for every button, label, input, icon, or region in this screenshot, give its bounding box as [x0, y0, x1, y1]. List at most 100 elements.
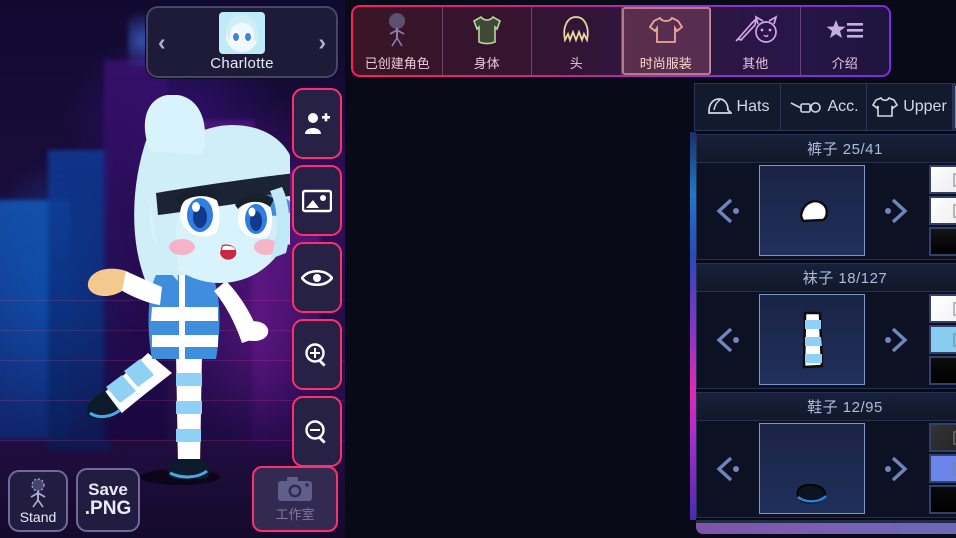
item-body: [697, 163, 956, 259]
item-body: [697, 292, 956, 388]
item-next-button[interactable]: [865, 292, 927, 388]
tab-other[interactable]: 其他: [711, 7, 801, 75]
swatch-marker: [952, 461, 956, 476]
item-title: 袜子 18/127: [697, 264, 956, 292]
character-svg: [86, 94, 298, 485]
tab-body[interactable]: 身体: [443, 7, 532, 75]
cap-icon: [707, 98, 732, 114]
character-sprite[interactable]: [30, 94, 298, 495]
swatch-3[interactable]: [929, 356, 956, 385]
prev-character-button[interactable]: ‹: [158, 30, 166, 54]
tab-label: 已创建角色: [364, 56, 430, 71]
zoom-in-button[interactable]: [292, 319, 342, 390]
avatar: [218, 12, 265, 54]
eye-icon: [301, 269, 333, 286]
character-selector[interactable]: ‹ Charlotte ›: [146, 6, 338, 78]
magnifier-minus-icon: [305, 419, 326, 444]
item-title: 鞋子 12/95: [697, 393, 956, 421]
wardrobe-panel: 已创建角色 身体 头 时尚服装 其他 介绍 Hats Acc. Upper 裤子…: [345, 0, 956, 538]
swatch-1[interactable]: [929, 294, 956, 323]
save-label-line2: .PNG: [84, 497, 132, 519]
chevron-right-icon: [885, 327, 908, 353]
subtab-upper[interactable]: Upper: [867, 84, 953, 130]
chevron-right-icon: [885, 198, 908, 224]
item-preview[interactable]: [759, 294, 865, 385]
category-tabbar: 已创建角色 身体 头 时尚服装 其他 介绍: [351, 5, 891, 77]
item-prev-button[interactable]: [697, 292, 759, 388]
tab-label: 头: [569, 56, 583, 71]
swatch-marker: [952, 332, 956, 347]
item-title: 裤子 25/41: [697, 135, 956, 163]
item-slot-socks: 袜子 18/127: [696, 263, 956, 389]
avatar-svg: [218, 12, 265, 54]
zoom-out-button[interactable]: [292, 396, 342, 467]
person-plus-icon: [305, 112, 330, 134]
item-preview[interactable]: [759, 423, 865, 514]
item-slot-shoes: 鞋子 12/95: [696, 392, 956, 518]
swatch-2[interactable]: [929, 196, 956, 225]
item-swatches: [927, 163, 956, 259]
subtab-bar: Hats Acc. Upper: [694, 83, 956, 131]
swatch-2[interactable]: [929, 454, 956, 483]
pants-thumb: [799, 199, 828, 222]
item-slot-pants: 裤子 25/41: [696, 134, 956, 260]
tab-fashion-clothing[interactable]: 时尚服装: [621, 7, 711, 75]
tab-label: 介绍: [831, 56, 858, 71]
subtab-acc[interactable]: Acc.: [781, 84, 867, 130]
background-button[interactable]: [292, 165, 342, 236]
character-name: Charlotte: [210, 55, 274, 72]
add-character-button[interactable]: [292, 88, 342, 159]
tshirt-icon: [872, 96, 899, 117]
subtab-hats[interactable]: Hats: [695, 84, 781, 130]
shoe-thumb: [796, 484, 827, 504]
item-prev-button[interactable]: [697, 163, 759, 259]
swatch-2[interactable]: [929, 325, 956, 354]
swatch-1[interactable]: [929, 165, 956, 194]
item-prev-button[interactable]: [697, 421, 759, 517]
save-png-button[interactable]: Save .PNG: [76, 468, 140, 532]
tab-introduction[interactable]: 介绍: [801, 7, 890, 75]
swatch-3[interactable]: [929, 227, 956, 256]
swatch-marker: [952, 430, 956, 445]
swatch-1[interactable]: [929, 423, 956, 452]
tab-head[interactable]: 头: [532, 7, 622, 75]
chevron-left-icon: [716, 456, 739, 482]
stand-pose-button[interactable]: Stand: [8, 470, 68, 532]
chevron-left-icon: [716, 198, 739, 224]
swatch-3[interactable]: [929, 485, 956, 514]
category-tabbar-inner: 已创建角色 身体 头 时尚服装 其他 介绍: [353, 7, 889, 75]
subtab-label: Acc.: [827, 98, 859, 115]
chevron-right-icon: [885, 456, 908, 482]
character-icon: [385, 7, 409, 52]
subtab-label: Hats: [736, 98, 770, 115]
tab-label: 时尚服装: [639, 56, 692, 71]
stand-label: Stand: [19, 508, 57, 525]
star-list-icon: [825, 7, 865, 52]
swatch-marker: [952, 172, 956, 187]
head-icon: [560, 7, 592, 52]
item-swatches: [927, 421, 956, 517]
studio-label: 工作室: [275, 506, 315, 522]
tool-button-column: [292, 88, 342, 467]
item-next-button[interactable]: [865, 421, 927, 517]
image-icon: [302, 189, 332, 212]
stand-pose-icon: [30, 477, 46, 507]
item-next-button[interactable]: [865, 163, 927, 259]
item-preview[interactable]: [759, 165, 865, 256]
chevron-left-icon: [716, 327, 739, 353]
sword-cat-icon: [732, 7, 778, 52]
swatch-marker: [952, 203, 956, 218]
subtab-label: Upper: [903, 98, 947, 115]
visibility-button[interactable]: [292, 242, 342, 313]
character-identity: Charlotte: [210, 12, 274, 72]
next-character-button[interactable]: ›: [318, 30, 326, 54]
glasses-icon: [791, 102, 822, 113]
studio-button[interactable]: 工作室: [252, 466, 338, 532]
item-grid: 裤子 25/41 袜子 18/127 鞋子 12/95: [696, 134, 956, 518]
shirt-icon: [648, 7, 684, 52]
character-preview-stage[interactable]: ‹ Charlotte › Stand Save .PNG 工作室: [0, 0, 345, 538]
camera-icon: [278, 476, 312, 501]
item-body: [697, 421, 956, 517]
save-label-line1: Save: [88, 480, 128, 500]
tab-created-character[interactable]: 已创建角色: [353, 7, 443, 75]
